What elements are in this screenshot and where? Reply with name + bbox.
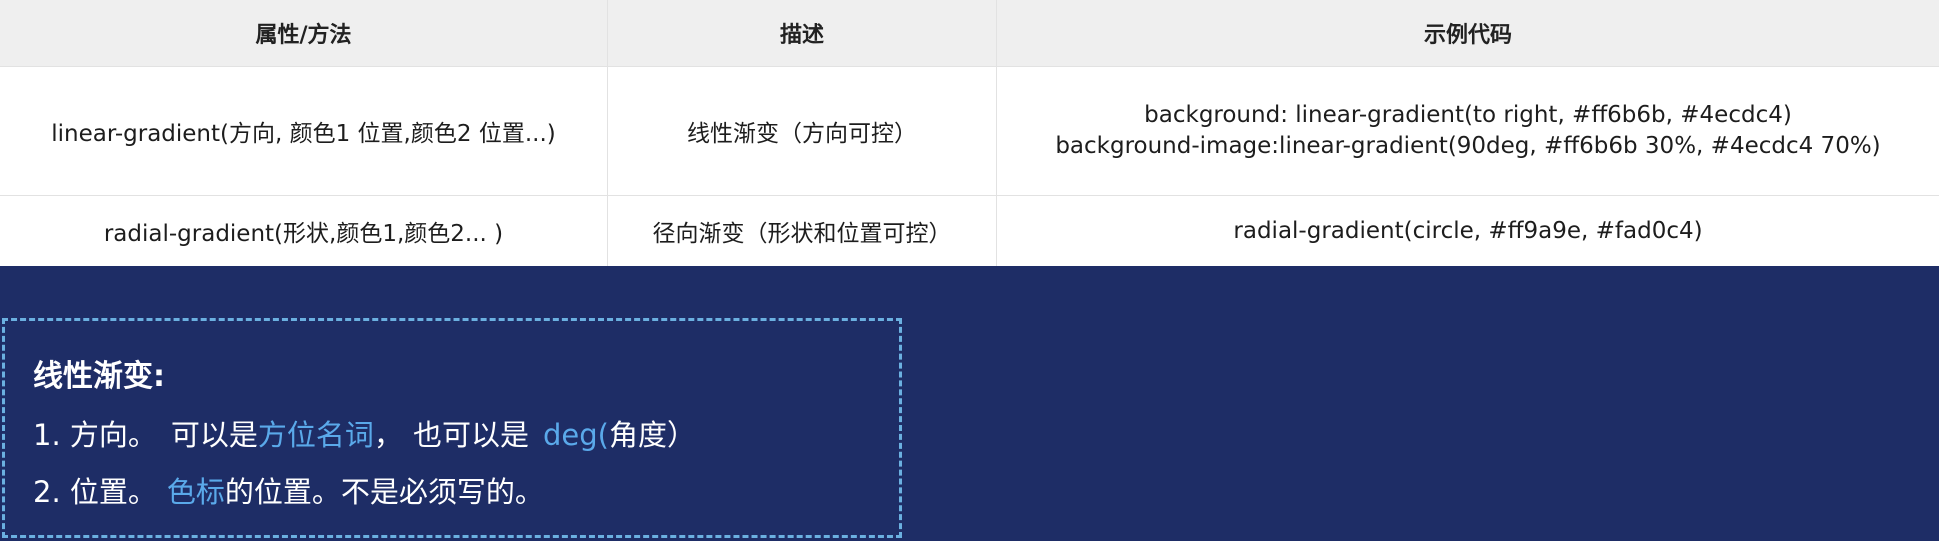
cell-code: radial-gradient(circle, #ff9a9e, #fad0c4… xyxy=(997,196,1939,266)
note-text: 也可以是 xyxy=(412,418,529,452)
header-method: 属性/方法 xyxy=(0,0,608,66)
table-row: radial-gradient(形状,颜色1,颜色2... ) 径向渐变（形状和… xyxy=(0,196,1939,266)
note-text: 1. 方向。 xyxy=(33,418,157,452)
page: 属性/方法 描述 示例代码 linear-gradient(方向, 颜色1 位置… xyxy=(0,0,1939,541)
note-text: 的位置。不是必须写的。 xyxy=(224,475,544,509)
cell-method: radial-gradient(形状,颜色1,颜色2... ) xyxy=(0,196,608,266)
note-text: 可以是 xyxy=(170,418,258,452)
gradient-table: 属性/方法 描述 示例代码 linear-gradient(方向, 颜色1 位置… xyxy=(0,0,1939,266)
table-row: linear-gradient(方向, 颜色1 位置,颜色2 位置...) 线性… xyxy=(0,67,1939,196)
header-description: 描述 xyxy=(608,0,997,66)
note-text: 角度） xyxy=(608,418,696,452)
code-line: radial-gradient(circle, #ff9a9e, #fad0c4… xyxy=(1233,218,1703,244)
highlight-text: 方位名词 xyxy=(257,418,374,452)
cell-method: linear-gradient(方向, 颜色1 位置,颜色2 位置...) xyxy=(0,67,608,195)
note-text: ， xyxy=(373,418,403,452)
note-line-direction: 1. 方向。 可以是方位名词， 也可以是 deg(角度） xyxy=(33,407,899,464)
note-title: 线性渐变: xyxy=(33,359,165,394)
header-example-code: 示例代码 xyxy=(1423,23,1512,48)
linear-gradient-note: 线性渐变: 1. 方向。 可以是方位名词， 也可以是 deg(角度） 2. 位置。 色标… xyxy=(2,318,902,538)
highlight-text: deg( xyxy=(542,418,609,452)
table-header-row: 属性/方法 描述 示例代码 xyxy=(0,0,1939,67)
highlight-text: 色标 xyxy=(166,475,225,509)
note-text: 2. 位置。 xyxy=(33,475,157,509)
cell-description: 线性渐变（方向可控） xyxy=(608,67,997,195)
cell-code: background: linear-gradient(to right, #f… xyxy=(997,67,1939,195)
cell-description: 径向渐变（形状和位置可控） xyxy=(608,196,997,266)
code-line: background: linear-gradient(to right, #f… xyxy=(1144,102,1792,128)
note-line-position: 2. 位置。 色标的位置。不是必须写的。 xyxy=(33,464,899,521)
code-line: background-image:linear-gradient(90deg, … xyxy=(1055,133,1881,159)
